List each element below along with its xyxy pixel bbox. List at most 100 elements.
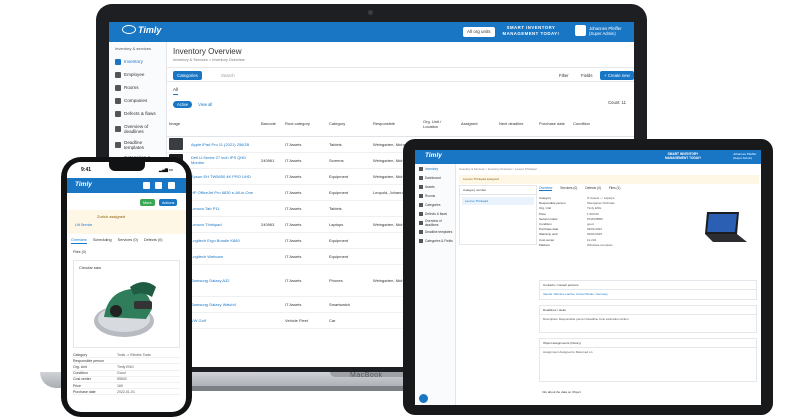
sidebar-item-deadlines[interactable]: Overview of deadlines — [109, 120, 166, 138]
tab-defects[interactable]: Defects (0) — [144, 238, 163, 244]
status-bar: 9:41 ▂▄▆ ▭ — [67, 162, 186, 178]
tab-scheduling[interactable]: Scheduling — [93, 238, 112, 244]
sidebar-item-employee[interactable]: Employee — [109, 68, 166, 81]
assignments-section: Object assignments (history) Assignment … — [539, 338, 757, 382]
active-toggle[interactable]: Active — [173, 100, 193, 108]
tab-files[interactable]: Files (1) — [609, 186, 621, 191]
list-item[interactable]: Lenovo Thinkpad — [462, 197, 534, 205]
laptop-product-image — [705, 212, 747, 242]
menu-icon — [419, 175, 423, 180]
sidebar-item-defects[interactable]: Defects & flaws — [109, 107, 166, 120]
item-name-link[interactable]: VW Golf — [189, 312, 259, 329]
column-header[interactable]: Image — [167, 114, 189, 137]
breadcrumb[interactable]: Inventory & Services > Inventory Overvie… — [459, 167, 536, 171]
files-label[interactable]: Files (0) — [73, 250, 86, 254]
category-cell: Equipment — [327, 248, 371, 265]
chat-icon[interactable] — [419, 394, 428, 403]
item-name-link[interactable]: Logitech Webcam — [189, 248, 259, 265]
column-header[interactable]: Root category — [283, 114, 327, 137]
thumbnail-image — [167, 136, 189, 153]
root-category-cell: IT Assets — [283, 296, 327, 313]
timly-logo[interactable]: Timly — [122, 25, 161, 35]
item-name-link[interactable]: Samsung Galaxy A32 — [189, 264, 259, 297]
avatar[interactable] — [155, 182, 162, 189]
sidebar-item[interactable]: Deadline templates — [415, 227, 455, 236]
column-header[interactable]: Barcode — [259, 114, 283, 137]
column-header[interactable]: Purchase date — [537, 114, 571, 137]
image-caption: Circular saw — [79, 265, 102, 270]
sidebar-item-inventory[interactable]: Inventory — [109, 55, 166, 68]
filter-button[interactable]: Filter — [559, 73, 569, 78]
item-name-link[interactable]: Dell U-Series 27 inch IPS QHD Monitor — [189, 152, 259, 169]
camera-icon — [368, 10, 373, 15]
tab-services[interactable]: Services (0) — [118, 238, 138, 244]
sidebar-item[interactable]: Assets — [415, 182, 455, 191]
sidebar-item[interactable]: Rooms — [415, 191, 455, 200]
item-name-link[interactable]: Lenovo Thinkpad — [189, 216, 259, 233]
more-button[interactable]: More — [140, 199, 155, 206]
timly-logo[interactable]: Timly — [75, 181, 92, 188]
tab-overview[interactable]: Overview — [71, 238, 87, 244]
header-banner: SMART INVENTORY MANAGEMENT TODAY! — [502, 25, 560, 36]
filter-row: Active View all — [173, 100, 212, 108]
sidebar-item-companies[interactable]: Companies — [109, 94, 166, 107]
root-category-cell: IT Assets — [283, 152, 327, 169]
macbook-label: MacBook — [350, 372, 383, 379]
category-cell: Equipment — [327, 184, 371, 201]
menu-icon — [419, 229, 423, 234]
column-header[interactable]: Next deadline — [497, 114, 537, 137]
column-header[interactable]: Condition — [571, 114, 634, 137]
logout-icon[interactable] — [168, 182, 175, 189]
item-name-link[interactable]: Samsung Galaxy Watch4 — [189, 296, 259, 313]
item-name-link[interactable]: Epson EH TW5650 4K PRO UHD — [189, 168, 259, 185]
actions-button[interactable]: Actions — [159, 199, 178, 206]
item-name-link[interactable]: HP OfficeJet Pro 6830 e-All-in-One — [189, 184, 259, 201]
column-header[interactable]: Org. Unit / Location — [421, 114, 459, 137]
fields-button[interactable]: Fields — [581, 73, 592, 78]
create-new-button[interactable]: + Create new — [600, 71, 634, 80]
search-input[interactable]: Search — [215, 71, 415, 80]
company-icon — [115, 97, 121, 104]
sidebar-item[interactable]: Dashboard — [415, 173, 455, 182]
item-name-link[interactable]: Apple iPad Pro 11 (2021) 256GB — [189, 136, 259, 153]
sidebar-item[interactable]: Inventory — [415, 164, 455, 173]
user-icon[interactable] — [143, 182, 150, 189]
category-cell: Equipment — [327, 168, 371, 185]
column-header[interactable]: Category — [327, 114, 371, 137]
menu-icon — [419, 238, 423, 243]
column-header[interactable]: Responsible — [371, 114, 421, 137]
root-category-cell: IT Assets — [283, 168, 327, 185]
sidebar-item-deadline-templates[interactable]: Deadline templates — [109, 138, 166, 151]
barcode-cell — [259, 168, 283, 185]
org-units-button[interactable]: All org units — [463, 27, 495, 37]
categories-button[interactable]: Categories — [173, 71, 202, 80]
item-name-link[interactable]: Logitech Ergo Bundle K860 — [189, 232, 259, 249]
sidebar-item[interactable]: Categories & Fields — [415, 236, 455, 245]
barcode-cell — [259, 184, 283, 201]
category-cell: Car — [327, 312, 371, 329]
detail-fields: Category IT Assets -> Laptops Responsible … — [539, 196, 639, 248]
tab-all[interactable]: All — [173, 87, 179, 95]
tab-overview[interactable]: Overview — [539, 186, 553, 191]
sidebar-item[interactable]: Overview of deadlines — [415, 218, 455, 227]
breadcrumb[interactable]: Inventory & Services > Inventory Overvie… — [173, 58, 245, 62]
view-all-link[interactable]: View all — [198, 102, 212, 107]
phone-app-header: Timly — [67, 178, 186, 193]
field-row: Platform Windows-computer — [539, 242, 613, 247]
tab-services[interactable]: Services (0) — [560, 186, 577, 191]
lift-service-chip[interactable]: Lift Service — [75, 223, 92, 227]
sidebar-item[interactable]: Defects & flaws — [415, 209, 455, 218]
user-info[interactable]: Johannes Pfeiffer (Super Admin) — [733, 152, 756, 160]
tab-defects[interactable]: Defects (0) — [585, 186, 601, 191]
timly-logo[interactable]: Timly — [425, 152, 442, 159]
column-header[interactable]: Assigned — [459, 114, 497, 137]
sidebar-item-rooms[interactable]: Rooms — [109, 81, 166, 94]
sidebar-item[interactable]: Categories — [415, 200, 455, 209]
root-category-cell: IT Assets — [283, 216, 327, 233]
menu-icon — [419, 211, 423, 216]
user-info[interactable]: Johannes Pfeiffer (Super Admin) — [589, 26, 622, 36]
avatar[interactable] — [575, 25, 586, 36]
toolbar: Categories Search Filter Fields + Create… — [167, 67, 634, 82]
item-name-link[interactable]: Lenovo Tab P11 — [189, 200, 259, 217]
root-category-cell: IT Assets — [283, 184, 327, 201]
